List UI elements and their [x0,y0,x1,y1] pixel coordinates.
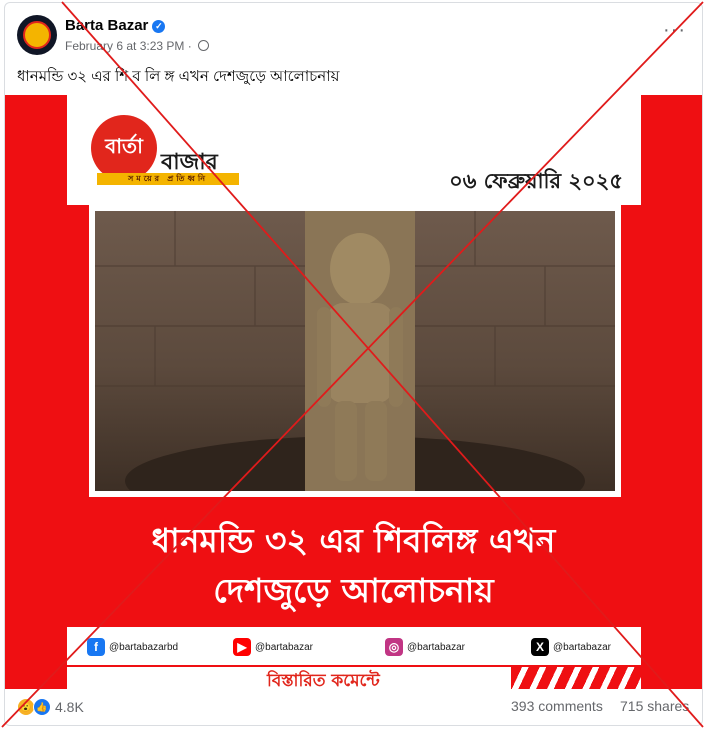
facebook-post: Barta Bazar ✓ February 6 at 3:23 PM · ···… [4,2,703,726]
page-name-link[interactable]: Barta Bazar ✓ [65,17,166,34]
x-icon: X [531,638,549,656]
social-handle: @bartabazar [553,641,611,653]
post-footer: 😮 👍 4.8K 393 comments 715 shares [5,689,702,725]
decorative-stripes [511,667,641,689]
instagram-icon: ◎ [385,638,403,656]
post-caption: ধানমন্ডি ৩২ এর শি ব লি ঙ্গ এখন দেশজুড়ে … [17,68,340,85]
news-card-header: বার্তা বাজার সময়ের প্রতিধ্বনি ০৬ ফেব্রু… [67,95,641,205]
verified-badge-icon: ✓ [152,20,166,33]
statue-photo [95,211,615,491]
headline-line-2: দেশজুড়ে আলোচনায় [213,571,494,610]
social-youtube: ▶ @bartabazar [233,637,313,657]
social-handle: @bartabazar [407,641,465,653]
barta-bazar-logo: বার্তা [91,115,157,181]
social-handles-bar: f @bartabazarbd ▶ @bartabazar ◎ @bartaba… [67,627,641,665]
more-options-button[interactable]: ··· [663,19,686,42]
news-date: ০৬ ফেব্রুয়ারি ২০২৫ [449,169,623,193]
youtube-icon: ▶ [233,638,251,656]
headline-line-1: ধানমন্ডি ৩২ এর শিবলিঙ্গ এখন [151,521,556,560]
cta-bar: বিস্তারিত কমেন্টে [67,667,641,689]
page-logo-icon [23,21,51,49]
like-reaction-icon: 👍 [33,698,51,716]
social-handle: @bartabazar [255,641,313,653]
post-image[interactable]: বার্তা বাজার সময়ের প্রতিধ্বনি ০৬ ফেব্রু… [5,95,702,689]
page-avatar[interactable] [17,15,57,55]
page-name-text: Barta Bazar [65,17,149,34]
social-facebook: f @bartabazarbd [87,637,178,657]
timestamp-text: February 6 at 3:23 PM [65,39,185,53]
logo-tagline: সময়ের প্রতিধ্বনি [97,173,239,185]
cta-text: বিস্তারিত কমেন্টে [267,671,380,689]
photo-frame [89,205,621,497]
reactions-summary[interactable]: 😮 👍 4.8K [17,698,84,716]
post-timestamp[interactable]: February 6 at 3:23 PM · [65,39,210,53]
comments-count-link[interactable]: 393 comments [511,698,603,714]
globe-icon [198,40,210,51]
facebook-icon: f [87,638,105,656]
social-x: X @bartabazar [531,637,611,657]
social-handle: @bartabazarbd [109,641,179,653]
reaction-count: 4.8K [55,699,84,715]
social-instagram: ◎ @bartabazar [385,637,465,657]
shares-count-link[interactable]: 715 shares [620,698,689,714]
